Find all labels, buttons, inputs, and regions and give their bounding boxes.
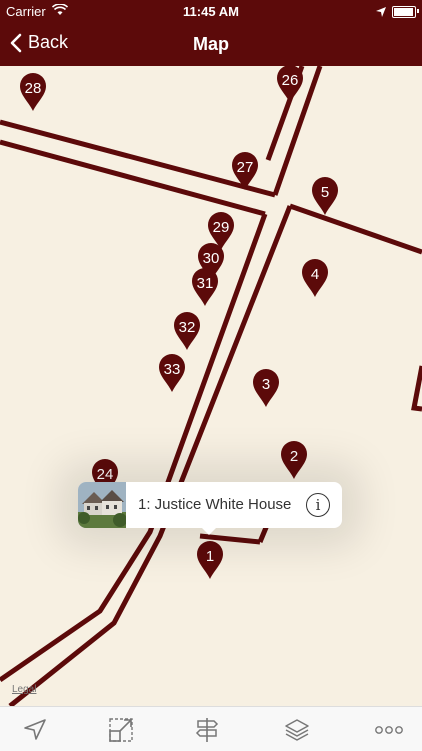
map-pin[interactable]: 2	[281, 441, 307, 479]
map-pin[interactable]: 5	[312, 177, 338, 215]
status-time: 11:45 AM	[183, 4, 239, 19]
callout-title: 1: Justice White House	[138, 496, 292, 513]
road-network	[0, 66, 422, 706]
map-pin[interactable]: 33	[159, 354, 185, 392]
map-pin[interactable]: 27	[232, 152, 258, 190]
location-services-icon	[376, 5, 386, 20]
map-pin[interactable]: 32	[174, 312, 200, 350]
pin-label: 27	[236, 159, 254, 176]
pin-label: 33	[163, 361, 181, 378]
battery-tip	[417, 9, 419, 13]
status-bar: Carrier 11:45 AM	[0, 0, 422, 22]
pin-callout[interactable]: 1: Justice White House i	[78, 482, 342, 535]
location-thumbnail	[78, 482, 126, 528]
header: Carrier 11:45 AM Back Map	[0, 0, 422, 66]
pin-label: 32	[178, 319, 196, 336]
map-pin[interactable]: 31	[192, 268, 218, 306]
more-icon[interactable]	[374, 717, 404, 743]
pin-label: 4	[310, 266, 320, 283]
resize-icon[interactable]	[108, 717, 134, 743]
pin-label: 5	[320, 184, 330, 201]
page-title: Map	[193, 34, 229, 54]
layers-icon[interactable]	[284, 717, 310, 743]
pin-label: 1	[205, 548, 215, 565]
battery-icon	[392, 6, 416, 18]
pin-label: 30	[202, 250, 220, 267]
pin-label: 28	[24, 80, 42, 97]
info-icon: i	[315, 496, 321, 514]
map-pin[interactable]: 26	[277, 65, 303, 103]
map-pin-selected[interactable]: 1	[197, 541, 223, 579]
map-view[interactable]: 28 26 27 5 29 4 30 31 32 33 3 2 24 1 1: …	[0, 65, 422, 706]
pin-label: 24	[96, 466, 114, 483]
callout-tail	[200, 526, 218, 535]
navigation-bar: Back Map	[0, 22, 422, 66]
legal-link[interactable]: Legal	[12, 684, 36, 695]
pin-label: 29	[212, 219, 230, 236]
pin-label: 2	[289, 448, 299, 465]
map-pin[interactable]: 4	[302, 259, 328, 297]
map-pin[interactable]: 28	[20, 73, 46, 111]
pin-label: 3	[261, 376, 271, 393]
bottom-toolbar	[0, 706, 422, 751]
location-arrow-icon[interactable]	[22, 717, 48, 743]
pin-label: 31	[196, 275, 214, 292]
info-button[interactable]: i	[306, 493, 330, 517]
pin-label: 26	[281, 72, 299, 89]
map-pin[interactable]: 3	[253, 369, 279, 407]
signpost-icon[interactable]	[194, 717, 220, 743]
